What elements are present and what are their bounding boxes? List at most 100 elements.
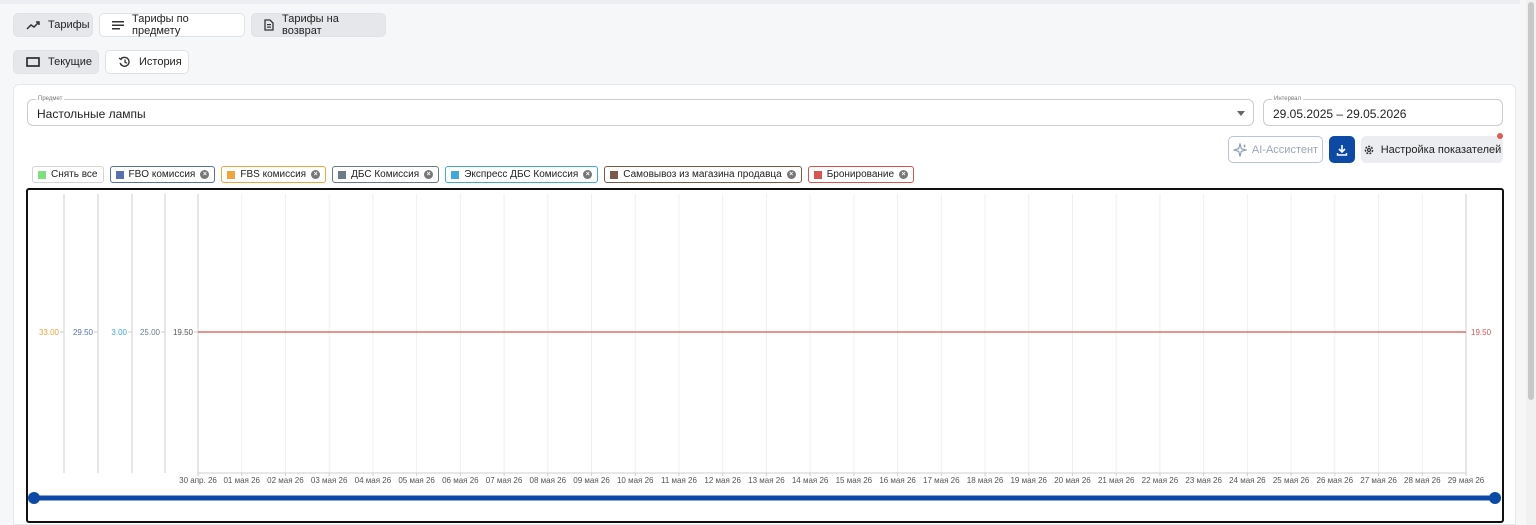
chip-label: Самовывоз из магазина продавца: [623, 169, 782, 180]
tab-label: Текущие: [48, 56, 92, 68]
tariff-chart: 33.00 29.50 3.00 25.00 19.50 19.50 30 апр. 26 0…: [28, 194, 1501, 504]
x-axis-tick-label: 10 мая 26: [617, 476, 654, 485]
gear-icon: [1364, 145, 1374, 154]
chip-color-swatch: [115, 170, 124, 179]
close-icon[interactable]: ×: [424, 170, 434, 179]
tab-tariffs[interactable]: Тарифы: [13, 13, 93, 37]
y-axis-tick-label: 29.50: [73, 328, 94, 337]
sparkle-icon: [1232, 142, 1247, 157]
download-icon: [1336, 144, 1348, 156]
chevron-down-icon[interactable]: [1237, 111, 1245, 116]
x-axis-tick-label: 08 мая 26: [530, 476, 567, 485]
tab-label: Тарифы на возврат: [282, 13, 339, 37]
y-axis-tick-label: 3.00: [111, 328, 127, 337]
right-axis-tick-label: 19.50: [1471, 328, 1492, 337]
indicator-settings-button[interactable]: Настройка показателей: [1361, 136, 1503, 163]
x-axis-tick-label: 03 мая 26: [311, 476, 348, 485]
subject-value: Настольные лампы: [37, 107, 146, 121]
indicator-settings-label: Настройка показателей: [1380, 143, 1502, 156]
chip-label: FBS комиссия: [240, 169, 307, 180]
x-axis-tick-label: 07 мая 26: [486, 476, 523, 485]
scrollbar-thumb[interactable]: [1528, 2, 1534, 400]
subject-label: Предмет: [36, 95, 65, 103]
x-axis-tick-label: 24 мая 26: [1229, 476, 1266, 485]
chip-color-swatch: [227, 170, 236, 179]
history-icon: [118, 56, 130, 67]
close-icon[interactable]: ×: [583, 170, 593, 179]
chip-deselect-all[interactable]: Снять все: [32, 166, 104, 183]
chip-color-swatch: [338, 170, 347, 179]
x-axis-tick-label: 12 мая 26: [704, 476, 741, 485]
x-axis-tick-label: 15 мая 26: [836, 476, 873, 485]
interval-value: 29.05.2025 – 29.05.2026: [1273, 107, 1407, 121]
window-icon: [26, 57, 40, 67]
close-icon[interactable]: ×: [899, 170, 909, 179]
chip-fbo-commission[interactable]: FBO комиссия ×: [109, 166, 216, 183]
x-axis-tick-label: 26 мая 26: [1317, 476, 1354, 485]
chip-fbs-commission[interactable]: FBS комиссия ×: [221, 166, 327, 183]
chip-pickup-from-store[interactable]: Самовывоз из магазина продавца ×: [604, 166, 802, 183]
chip-label: FBO комиссия: [128, 169, 196, 180]
chip-label: Снять все: [51, 169, 98, 180]
receipt-icon: [264, 19, 274, 31]
series-chips: Снять все FBO комиссия × FBS комиссия × ДБ…: [32, 166, 915, 183]
close-icon[interactable]: ×: [200, 170, 210, 179]
x-axis-tick-label: 23 мая 26: [1185, 476, 1222, 485]
x-axis-tick-label: 21 мая 26: [1098, 476, 1135, 485]
x-axis-tick-label: 25 мая 26: [1273, 476, 1310, 485]
chip-color-swatch: [38, 170, 46, 179]
tab-current[interactable]: Текущие: [13, 50, 99, 74]
tab-tariffs-by-subject[interactable]: Тарифы по предмету: [99, 13, 245, 37]
x-axis-tick-label: 13 мая 26: [748, 476, 785, 485]
x-axis-tick-label: 29 мая 26: [1448, 476, 1485, 485]
tab-history[interactable]: История: [105, 50, 189, 74]
x-axis-tick-label: 06 мая 26: [442, 476, 479, 485]
chip-color-swatch: [610, 170, 619, 179]
top-divider: [0, 0, 1520, 4]
chip-label: ДБС Комиссия: [351, 169, 420, 180]
close-icon[interactable]: ×: [311, 170, 321, 179]
chip-color-swatch: [451, 170, 460, 179]
x-axis-tick-label: 11 мая 26: [661, 476, 697, 485]
ai-assistant-label: AI-Ассистент: [1251, 143, 1319, 156]
x-axis-tick-label: 14 мая 26: [792, 476, 829, 485]
trend-icon: [26, 21, 40, 30]
x-axis-tick-label: 09 мая 26: [573, 476, 610, 485]
x-axis-tick-label: 28 мая 26: [1404, 476, 1441, 485]
x-axis-tick-label: 04 мая 26: [355, 476, 392, 485]
x-axis-tick-label: 30 апр. 26: [179, 476, 217, 485]
chip-label: Экспресс ДБС Комиссия: [464, 169, 579, 180]
tab-label: Тарифы по предмету: [132, 13, 189, 37]
chip-booking[interactable]: Бронирование ×: [807, 166, 915, 183]
chip-label: Бронирование: [826, 169, 895, 180]
x-axis-tick-label: 22 мая 26: [1142, 476, 1179, 485]
range-slider-handle-end[interactable]: [1489, 492, 1501, 504]
y-axis-tick-label: 25.00: [140, 328, 161, 337]
ai-assistant-button[interactable]: AI-Ассистент: [1228, 136, 1323, 163]
x-axis-tick-label: 19 мая 26: [1010, 476, 1047, 485]
close-icon[interactable]: ×: [786, 170, 796, 179]
page-scrollbar[interactable]: [1526, 0, 1536, 525]
x-axis-tick-label: 01 мая 26: [223, 476, 260, 485]
tab-return-tariffs[interactable]: Тарифы на возврат: [251, 13, 386, 37]
notification-dot: [1497, 133, 1503, 139]
tab-label: Тарифы: [48, 19, 90, 31]
x-axis-tick-label: 27 мая 26: [1360, 476, 1397, 485]
chart-container: 33.00 29.50 3.00 25.00 19.50 19.50 30 апр. 26 0…: [26, 188, 1504, 523]
interval-picker[interactable]: Интервал 29.05.2025 – 29.05.2026: [1263, 95, 1503, 126]
x-axis-tick-label: 16 мая 26: [879, 476, 916, 485]
download-button[interactable]: [1329, 136, 1355, 163]
subject-select[interactable]: Предмет Настольные лампы: [27, 95, 1254, 126]
range-slider-handle-start[interactable]: [28, 492, 40, 504]
interval-label: Интервал: [1272, 95, 1303, 103]
x-axis-tick-label: 02 мая 26: [267, 476, 304, 485]
chip-express-dbs-commission[interactable]: Экспресс ДБС Комиссия ×: [445, 166, 599, 183]
x-axis-tick-label: 05 мая 26: [398, 476, 435, 485]
y-axis-tick-label: 33.00: [39, 328, 60, 337]
x-axis-tick-label: 17 мая 26: [923, 476, 960, 485]
tab-label: История: [139, 56, 182, 68]
chip-color-swatch: [813, 170, 822, 179]
chip-dbs-commission[interactable]: ДБС Комиссия ×: [332, 166, 440, 183]
list-icon: [112, 21, 124, 30]
y-axis-tick-label: 19.50: [173, 328, 194, 337]
